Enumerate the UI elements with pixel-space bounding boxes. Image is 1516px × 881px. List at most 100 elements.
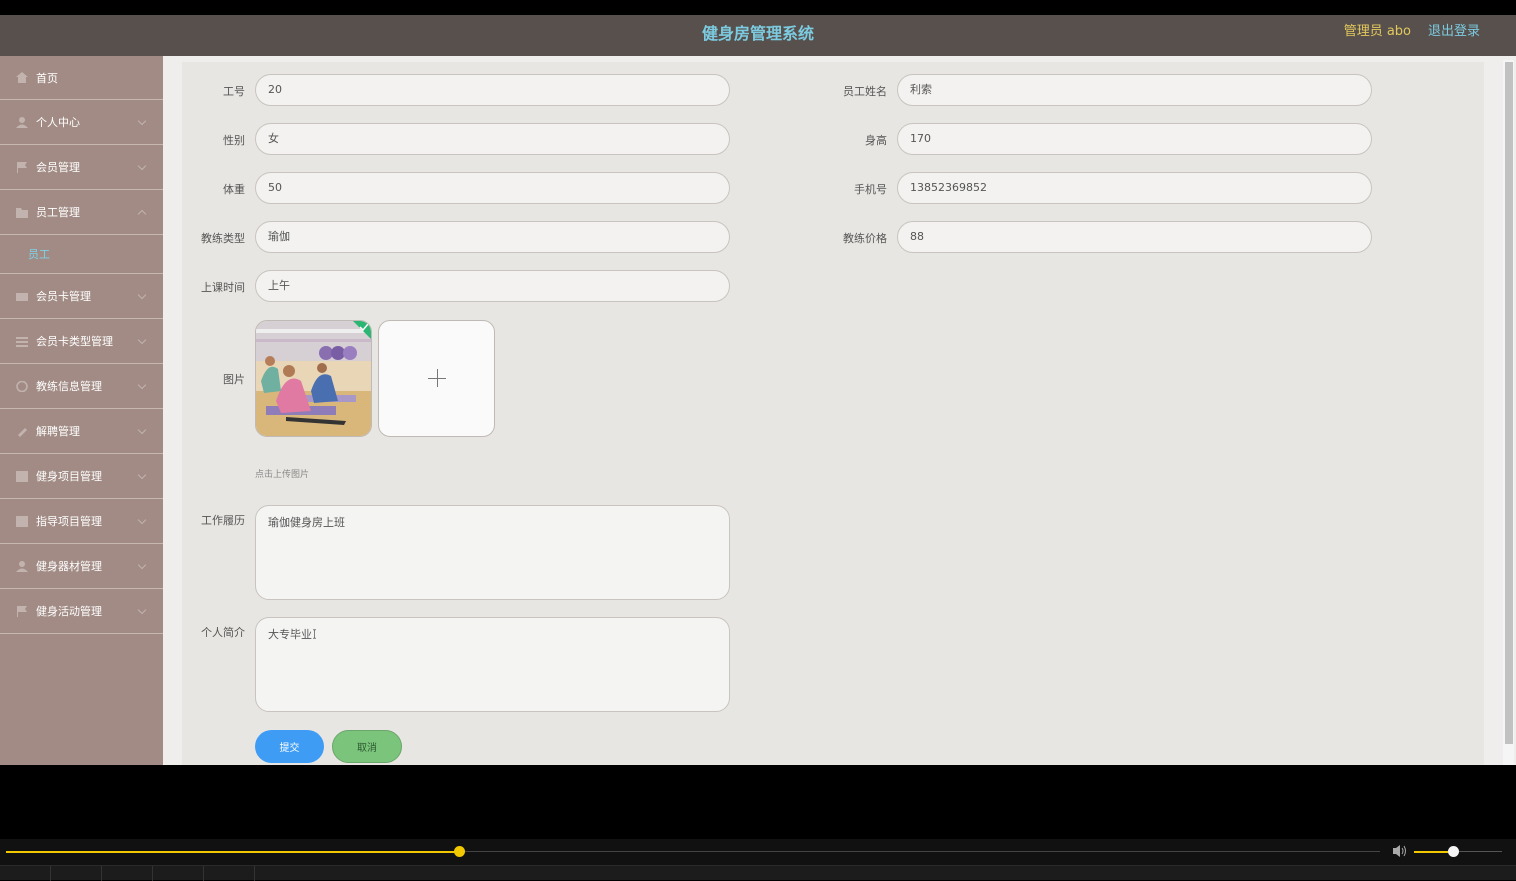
sidebar-item-label: 教练信息管理: [36, 380, 102, 393]
sidebar-item-activity-mgmt[interactable]: 健身活动管理: [0, 589, 163, 634]
home-icon: [16, 72, 28, 83]
grid-icon: [16, 470, 28, 482]
toolbar-slot[interactable]: [102, 866, 153, 881]
intro-textarea[interactable]: 大专毕业: [255, 617, 730, 712]
scrollbar-thumb[interactable]: [1505, 62, 1513, 744]
toolbar-slot[interactable]: [0, 866, 51, 881]
gender-input[interactable]: 女: [255, 123, 730, 155]
plus-icon-vertical: [437, 369, 438, 387]
sidebar-item-label: 指导项目管理: [36, 515, 102, 528]
height-label: 身高: [865, 134, 887, 147]
weight-input[interactable]: 50: [255, 172, 730, 204]
chevron-down-icon: [137, 470, 147, 480]
coach-type-label: 教练类型: [201, 232, 245, 245]
volume-knob[interactable]: [1447, 846, 1459, 857]
bottom-toolbar: [0, 865, 1516, 881]
work-history-label: 工作履历: [201, 514, 245, 527]
chevron-up-icon: [137, 209, 147, 219]
sidebar-item-personal-center[interactable]: 个人中心: [0, 100, 163, 145]
work-history-textarea[interactable]: 瑜伽健身房上班: [255, 505, 730, 600]
sidebar-item-label: 健身活动管理: [36, 605, 102, 618]
bottom-letterbox: [0, 765, 1516, 839]
sidebar: 首页 个人中心 会员管理 员工管理 员工 会员卡管理 会员卡类型管理 教练信息管…: [0, 56, 163, 765]
sidebar-item-label: 健身项目管理: [36, 470, 102, 483]
pin-icon: [18, 427, 27, 437]
coach-price-input[interactable]: 88: [897, 221, 1372, 253]
chevron-down-icon: [137, 290, 147, 300]
sidebar-item-label: 员工管理: [36, 206, 80, 219]
toolbar-slot[interactable]: [204, 866, 255, 881]
chevron-down-icon: [137, 161, 147, 171]
app-title: 健身房管理系统: [701, 24, 814, 43]
volume-fill: [1414, 851, 1453, 853]
volume-icon[interactable]: [1392, 844, 1408, 858]
sidebar-item-home[interactable]: 首页: [0, 56, 163, 100]
sidebar-item-card-type-mgmt[interactable]: 会员卡类型管理: [0, 319, 163, 364]
sidebar-item-dismissal-mgmt[interactable]: 解聘管理: [0, 409, 163, 454]
chevron-down-icon: [137, 116, 147, 126]
sidebar-subitem-employee[interactable]: 员工: [0, 235, 163, 274]
coach-type-input[interactable]: 瑜伽: [255, 221, 730, 253]
sidebar-item-member-card-mgmt[interactable]: 会员卡管理: [0, 274, 163, 319]
employee-no-input[interactable]: 20: [255, 74, 730, 106]
user-icon: [16, 116, 28, 128]
sidebar-item-label: 会员管理: [36, 161, 80, 174]
card-icon: [16, 292, 28, 301]
clock-icon: [16, 380, 28, 392]
folder-icon: [16, 207, 28, 218]
sidebar-item-employee-mgmt[interactable]: 员工管理: [0, 190, 163, 235]
vertical-scrollbar[interactable]: [1503, 60, 1514, 765]
weight-label: 体重: [223, 183, 245, 196]
uploaded-image-thumbnail[interactable]: [255, 320, 372, 437]
chevron-down-icon: [137, 560, 147, 570]
image-label: 图片: [223, 373, 245, 386]
flag-icon: [17, 605, 27, 617]
employee-name-label: 员工姓名: [843, 85, 887, 98]
grid-icon: [16, 515, 28, 527]
sidebar-item-member-mgmt[interactable]: 会员管理: [0, 145, 163, 190]
sidebar-item-label: 健身器材管理: [36, 560, 102, 573]
sidebar-item-equipment-mgmt[interactable]: 健身器材管理: [0, 544, 163, 589]
add-image-button[interactable]: [378, 320, 495, 437]
logout-link[interactable]: 退出登录: [1428, 15, 1480, 51]
yoga-class-photo: [256, 321, 371, 436]
class-time-label: 上课时间: [201, 281, 245, 294]
sidebar-item-label: 会员卡管理: [36, 290, 91, 303]
toolbar-slot[interactable]: [51, 866, 102, 881]
sidebar-item-guidance-project-mgmt[interactable]: 指导项目管理: [0, 499, 163, 544]
progress-track[interactable]: [6, 846, 1380, 857]
volume-track[interactable]: [1414, 846, 1502, 857]
user-icon: [16, 560, 28, 572]
progress-fill: [6, 851, 460, 853]
chevron-down-icon: [137, 605, 147, 615]
sidebar-item-fitness-project-mgmt[interactable]: 健身项目管理: [0, 454, 163, 499]
flag-icon: [17, 161, 27, 173]
upload-hint: 点击上传图片: [255, 470, 310, 480]
chevron-down-icon: [137, 380, 147, 390]
list-icon: [16, 336, 28, 347]
progress-knob[interactable]: [454, 846, 466, 857]
sidebar-item-label: 解聘管理: [36, 425, 80, 438]
coach-price-label: 教练价格: [843, 232, 887, 245]
text-cursor-icon: [313, 629, 316, 639]
class-time-input[interactable]: 上午: [255, 270, 730, 302]
employee-no-label: 工号: [223, 85, 245, 98]
video-player-controls: [0, 839, 1516, 881]
top-letterbox: [0, 0, 1516, 15]
phone-input[interactable]: 13852369852: [897, 172, 1372, 204]
gender-label: 性别: [223, 134, 245, 147]
chevron-down-icon: [137, 515, 147, 525]
toolbar-slot[interactable]: [153, 866, 204, 881]
app-header: 健身房管理系统 管理员 abo 退出登录: [0, 15, 1516, 56]
employee-name-input[interactable]: 利索: [897, 74, 1372, 106]
sidebar-item-label: 首页: [36, 71, 58, 85]
submit-button[interactable]: 提交: [255, 730, 324, 763]
sidebar-item-label: 会员卡类型管理: [36, 335, 113, 348]
height-input[interactable]: 170: [897, 123, 1372, 155]
cancel-button[interactable]: 取消: [332, 730, 402, 763]
admin-user-label: 管理员 abo: [1343, 24, 1411, 39]
sidebar-item-label: 个人中心: [36, 116, 80, 129]
phone-label: 手机号: [854, 183, 887, 196]
sidebar-item-coach-info-mgmt[interactable]: 教练信息管理: [0, 364, 163, 409]
chevron-down-icon: [137, 335, 147, 345]
